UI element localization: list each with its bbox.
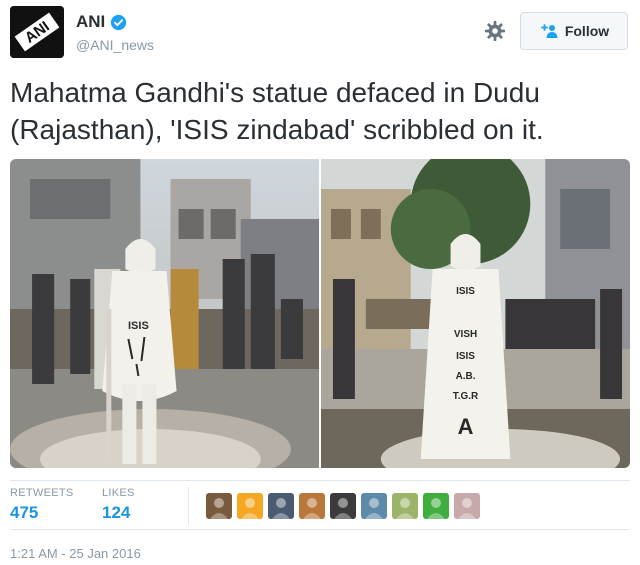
tweet-photo-1[interactable]: ISIS [10,159,319,468]
liker-avatars [206,493,480,519]
statue-graffiti-line-4: A.B. [456,371,476,382]
liker-avatar-9[interactable] [454,493,480,519]
liker-avatar-1[interactable] [206,493,232,519]
liker-avatar-4[interactable] [299,493,325,519]
likes-label: LIKES [102,487,135,499]
follow-button[interactable]: Follow [520,12,628,50]
tweet-media[interactable]: ISIS ISIS VISH ISIS A.B. T.G.R A [10,159,630,468]
liker-avatar-8[interactable] [423,493,449,519]
statue-graffiti-line-5: T.G.R [453,391,478,402]
user-handle[interactable]: @ANI_news [76,37,154,53]
user-avatar[interactable]: ANI [10,6,64,58]
verified-badge-icon [111,14,127,30]
follow-person-icon [540,24,558,38]
tweet-text: Mahatma Gandhi's statue defaced in Dudu … [10,77,544,145]
liker-avatar-7[interactable] [392,493,418,519]
display-name[interactable]: ANI [76,12,105,32]
liker-avatar-6[interactable] [361,493,387,519]
tweet-stats: RETWEETS 475 LIKES 124 [10,480,630,530]
statue-graffiti-line-6: A [458,414,474,439]
statue-graffiti-line-3: ISIS [456,351,475,362]
tweet-header: ANI ANI @ANI_news Follow [10,6,630,62]
liker-avatar-2[interactable] [237,493,263,519]
statue-graffiti-line-1: ISIS [456,286,475,297]
tweet-timestamp[interactable]: 1:21 AM - 25 Jan 2016 [10,546,141,561]
gear-icon[interactable] [484,20,506,42]
tweet-photo-2[interactable]: ISIS VISH ISIS A.B. T.G.R A [321,159,630,468]
retweets-label: RETWEETS [10,487,74,499]
follow-button-label: Follow [564,23,610,39]
statue-graffiti-text: ISIS [128,320,149,332]
stats-divider [188,487,189,525]
likes-count: 124 [102,503,131,522]
statue-graffiti-line-2: VISH [454,329,477,340]
user-name-block: ANI @ANI_news [76,12,154,53]
likes-stat[interactable]: LIKES 124 [102,487,135,523]
liker-avatar-3[interactable] [268,493,294,519]
retweets-stat[interactable]: RETWEETS 475 [10,487,74,523]
retweets-count: 475 [10,503,39,522]
liker-avatar-5[interactable] [330,493,356,519]
